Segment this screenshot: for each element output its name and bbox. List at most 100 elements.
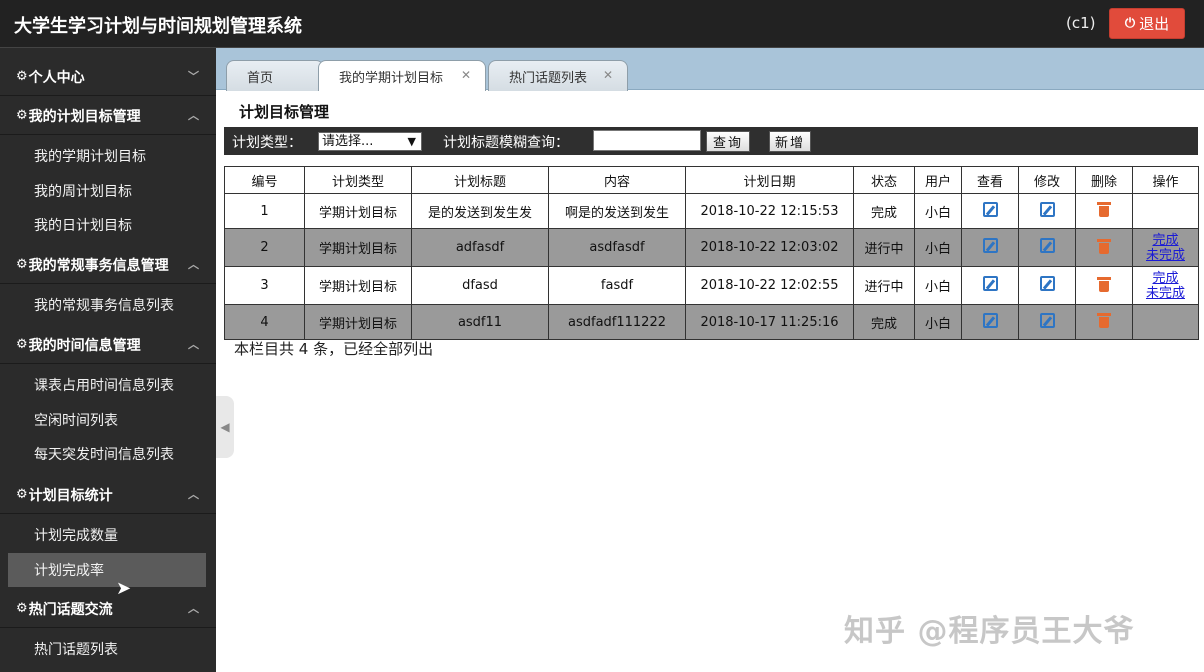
cell-title: asdf11	[411, 304, 549, 340]
sidebar-item-semester-goal[interactable]: 我的学期计划目标	[8, 139, 206, 173]
cell-type: 学期计划目标	[304, 266, 412, 305]
trash-icon[interactable]	[1097, 276, 1111, 292]
sidebar-section-label: 热门话题交流	[28, 601, 113, 618]
view-edit-icon[interactable]	[982, 312, 998, 328]
cell-view	[961, 228, 1019, 267]
cell-title: adfasdf	[411, 228, 549, 267]
cell-delete	[1075, 266, 1133, 305]
view-edit-icon[interactable]	[982, 238, 998, 253]
cell-view	[961, 193, 1019, 229]
cell-title: 是的发送到发生发	[411, 193, 549, 229]
cell-status: 进行中	[853, 228, 915, 267]
cell-id: 1	[224, 193, 305, 229]
close-icon[interactable]: ✕	[461, 68, 471, 82]
cell-ops	[1132, 304, 1199, 340]
sidebar-section-time-info[interactable]: ⚙ 我的时间信息管理 ︿	[0, 326, 216, 364]
power-icon: ⏻	[1124, 16, 1136, 31]
mark-complete-link[interactable]: 完成	[1134, 271, 1198, 286]
logout-button[interactable]: ⏻ 退出	[1109, 8, 1185, 39]
tab-hot-topics[interactable]: 热门话题列表 ✕	[488, 60, 628, 91]
plan-goal-table: 编号 计划类型 计划标题 内容 计划日期 状态 用户 查看 修改 删除 操作 1…	[224, 166, 1199, 340]
table-row: 3 学期计划目标 dfasd fasdf 2018-10-22 12:02:55…	[224, 266, 1199, 305]
column-header: 计划标题	[411, 166, 549, 194]
cell-user: 小白	[914, 266, 962, 305]
title-query-label: 计划标题模糊查询：	[443, 135, 569, 151]
gear-icon: ⚙	[16, 69, 28, 84]
trash-icon[interactable]	[1097, 312, 1111, 328]
table-row: 2 学期计划目标 adfasdf asdfasdf 2018-10-22 12:…	[224, 228, 1199, 267]
sidebar-section-hot-topics[interactable]: ⚙ 热门话题交流 ︿	[0, 590, 216, 628]
sidebar-item-free-time[interactable]: 空闲时间列表	[8, 403, 206, 437]
column-header: 计划日期	[685, 166, 854, 194]
sidebar-section-goal-stats[interactable]: ⚙ 计划目标统计 ︿	[0, 476, 216, 514]
cell-edit	[1018, 304, 1076, 340]
page-title: 计划目标管理	[239, 103, 330, 121]
column-header: 编号	[224, 166, 305, 194]
tab-bar: 首页 我的学期计划目标 ✕ 热门话题列表 ✕	[216, 48, 1204, 91]
cell-content: asdfadf111222	[548, 304, 686, 340]
edit-icon[interactable]	[1039, 238, 1055, 253]
gear-icon: ⚙	[16, 257, 28, 272]
tab-label: 首页	[247, 70, 274, 86]
mark-incomplete-link[interactable]: 未完成	[1134, 286, 1198, 301]
sidebar-item-day-goal[interactable]: 我的日计划目标	[8, 208, 206, 242]
sidebar-section-routine-affairs[interactable]: ⚙ 我的常规事务信息管理 ︿	[0, 246, 216, 284]
view-edit-icon[interactable]	[982, 276, 998, 291]
tab-label: 热门话题列表	[509, 70, 588, 86]
mark-complete-link[interactable]: 完成	[1134, 233, 1198, 248]
sidebar-item-routine-list[interactable]: 我的常规事务信息列表	[8, 288, 206, 322]
trash-icon[interactable]	[1097, 201, 1111, 217]
chevron-left-icon: ◀	[220, 420, 230, 434]
cell-user: 小白	[914, 304, 962, 340]
sidebar-item-hot-topic-list[interactable]: 热门话题列表	[8, 632, 206, 666]
chevron-up-icon: ︿	[188, 488, 199, 501]
title-query-input[interactable]	[593, 130, 701, 151]
chevron-up-icon: ︿	[188, 338, 199, 351]
trash-icon[interactable]	[1097, 238, 1111, 254]
table-row: 1 学期计划目标 是的发送到发生发 啊是的发送到发生 2018-10-22 12…	[224, 193, 1199, 229]
current-user: (c1)	[1066, 14, 1096, 32]
sidebar-item-sudden-time[interactable]: 每天突发时间信息列表	[8, 437, 206, 471]
tab-home[interactable]: 首页	[226, 60, 324, 91]
plan-type-select[interactable]: 请选择... ▼	[318, 132, 422, 151]
close-icon[interactable]: ✕	[603, 68, 613, 82]
caret-down-icon: ▼	[407, 135, 416, 148]
add-button[interactable]: 新增	[769, 131, 811, 152]
cell-ops	[1132, 193, 1199, 229]
record-summary: 本栏目共 4 条，已经全部列出	[234, 340, 434, 358]
cell-id: 2	[224, 228, 305, 267]
cell-view	[961, 266, 1019, 305]
query-button[interactable]: 查询	[706, 131, 750, 152]
edit-icon[interactable]	[1039, 201, 1055, 217]
watermark: 知乎 @程序员王大爷	[844, 614, 1135, 649]
cell-ops: 完成 未完成	[1132, 266, 1199, 305]
sidebar-item-completion-rate[interactable]: 计划完成率	[8, 553, 206, 587]
plan-type-select-value: 请选择...	[322, 134, 374, 149]
sidebar-section-label: 计划目标统计	[28, 487, 113, 504]
column-header: 修改	[1018, 166, 1076, 194]
cell-date: 2018-10-22 12:15:53	[685, 193, 854, 229]
cell-user: 小白	[914, 228, 962, 267]
view-edit-icon[interactable]	[982, 201, 998, 217]
sidebar-section-plan-goal[interactable]: ⚙ 我的计划目标管理 ︿	[0, 97, 216, 135]
tab-semester-goal[interactable]: 我的学期计划目标 ✕	[318, 60, 486, 91]
cell-type: 学期计划目标	[304, 193, 412, 229]
column-header: 删除	[1075, 166, 1133, 194]
chevron-up-icon: ︿	[188, 258, 199, 271]
column-header: 内容	[548, 166, 686, 194]
edit-icon[interactable]	[1039, 276, 1055, 291]
sidebar-collapse-handle[interactable]: ◀	[216, 396, 234, 458]
mark-incomplete-link[interactable]: 未完成	[1134, 248, 1198, 263]
column-header: 计划类型	[304, 166, 412, 194]
tab-label: 我的学期计划目标	[339, 70, 444, 86]
edit-icon[interactable]	[1039, 312, 1055, 328]
sidebar-item-completion-count[interactable]: 计划完成数量	[8, 518, 206, 552]
cell-type: 学期计划目标	[304, 228, 412, 267]
sidebar-section-personal-center[interactable]: ⚙ 个人中心 ﹀	[0, 58, 216, 96]
column-header: 用户	[914, 166, 962, 194]
gear-icon: ⚙	[16, 337, 28, 352]
filter-bar: 计划类型： 请选择... ▼ 计划标题模糊查询： 查询 新增	[224, 127, 1198, 155]
sidebar-item-week-goal[interactable]: 我的周计划目标	[8, 174, 206, 208]
cell-edit	[1018, 193, 1076, 229]
sidebar-item-schedule-time[interactable]: 课表占用时间信息列表	[8, 368, 206, 402]
